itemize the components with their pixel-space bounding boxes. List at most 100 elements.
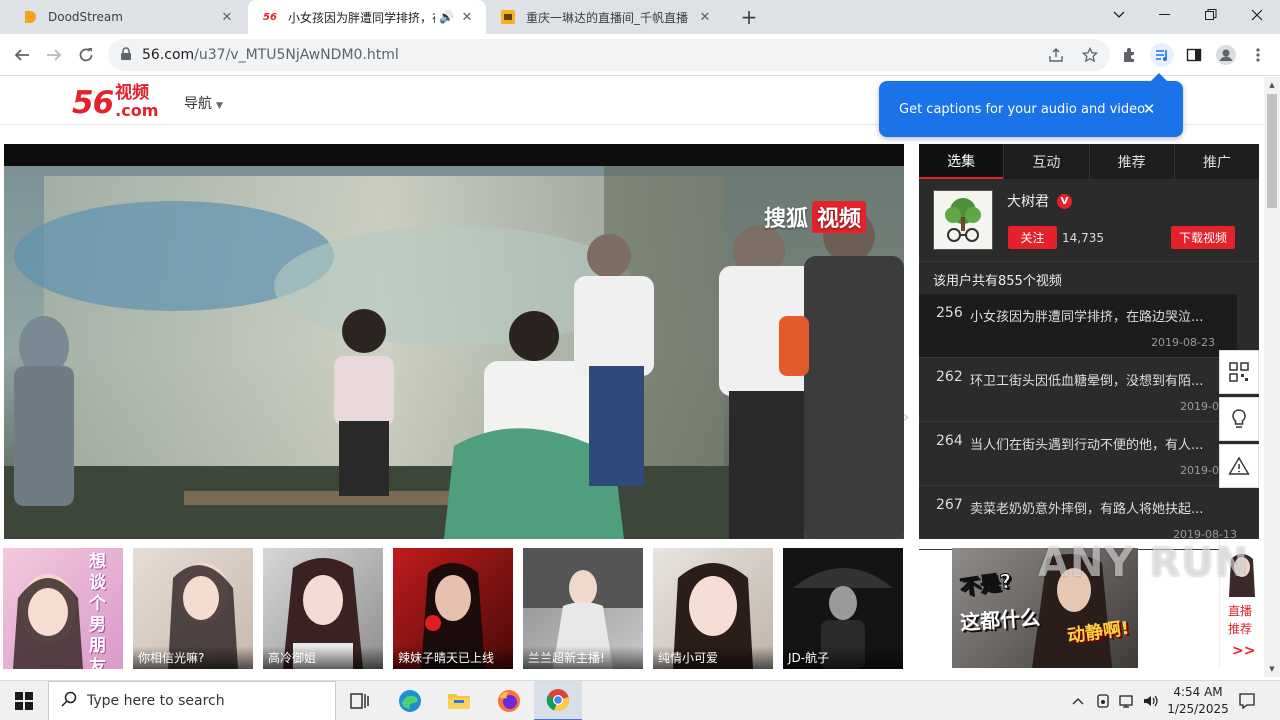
watermark-tag: 视频 <box>812 201 867 233</box>
profile-avatar-icon[interactable] <box>1214 43 1238 67</box>
follow-button[interactable]: 关注 <box>1008 226 1057 249</box>
tab-title: 小女孩因为胖遭同学排挤，在路边哭泣 <box>288 10 435 25</box>
share-icon[interactable] <box>1046 45 1066 65</box>
browser-tab-strip: DoodStream ✕ 56 小女孩因为胖遭同学排挤，在路边哭泣 🔊 ✕ 重庆… <box>0 0 1280 34</box>
warning-report-icon[interactable] <box>1219 444 1259 488</box>
video-count-text: 该用户共有855个视频 <box>933 274 1062 289</box>
tab-recommend[interactable]: 推荐 <box>1088 144 1174 179</box>
side-panel-icon[interactable] <box>1182 43 1206 67</box>
list-item[interactable]: 264 当人们在街头遇到行动不便的他，有人... 2019-08-1 <box>919 422 1259 486</box>
list-item[interactable]: 262 环卫工街头因低血糖晕倒，没想到有陌... 2019-08-2 <box>919 358 1259 422</box>
video-number: 262 <box>936 369 963 385</box>
page-scrollbar[interactable]: ▲ ▼ <box>1264 77 1280 677</box>
panel-toggle-arrow-icon[interactable]: › <box>903 407 909 426</box>
tree-glasses-icon <box>945 198 981 242</box>
web-page: 56 视频 .com 导航 ▼ 搜狐 视频 › 选集 互动 推荐 推广 大树君 … <box>0 77 1264 677</box>
restore-button[interactable] <box>1188 0 1234 30</box>
download-video-button[interactable]: 下载视频 <box>1171 226 1235 249</box>
chrome-taskbar-icon[interactable] <box>534 681 582 720</box>
close-tab-icon[interactable]: ✕ <box>218 8 236 26</box>
bookmark-star-icon[interactable] <box>1080 45 1100 65</box>
uploader-name[interactable]: 大树君 V <box>1007 191 1072 211</box>
file-explorer-icon[interactable] <box>435 681 483 720</box>
thumbnail-caption: 高冷御姐 <box>263 646 383 669</box>
doodstream-favicon-icon <box>22 9 38 25</box>
floating-tools <box>1219 350 1259 491</box>
thumbnail-card[interactable]: JD-航子 <box>783 548 903 669</box>
reload-button[interactable] <box>72 41 100 69</box>
thumbnail-card[interactable]: 高冷御姐 <box>263 548 383 669</box>
video-number: 267 <box>936 497 963 513</box>
video-title: 当人们在街头遇到行动不便的他，有人... <box>970 438 1204 453</box>
fans-count: 14,735 <box>1062 231 1104 245</box>
firefox-icon[interactable] <box>485 681 533 720</box>
video-title: 卖菜老奶奶意外摔倒，有路人将她扶起... <box>970 502 1204 517</box>
video-player[interactable]: 搜狐 视频 <box>4 144 904 539</box>
url-text[interactable]: 56.com/u37/v_MTU5NjAwNDM0.html <box>142 47 399 63</box>
network-icon[interactable] <box>1116 681 1138 720</box>
video-number: 264 <box>936 433 963 449</box>
thumbnail-card[interactable]: 兰兰超新主播! <box>523 548 643 669</box>
thumbnail-caption: JD-航子 <box>783 646 903 669</box>
tab-doodstream[interactable]: DoodStream ✕ <box>8 0 246 34</box>
speaker-icon[interactable]: 🔊 <box>439 10 454 24</box>
tray-overflow-chevron-icon[interactable] <box>1068 681 1088 720</box>
captions-popup-text: Get captions for your audio and video <box>899 101 1146 117</box>
sohu-video-watermark: 搜狐 视频 <box>764 201 867 233</box>
extensions-puzzle-icon[interactable] <box>1118 43 1142 67</box>
uploader-avatar[interactable] <box>933 190 993 250</box>
tab-interaction[interactable]: 互动 <box>1003 144 1088 179</box>
search-icon <box>61 691 77 711</box>
device-tray-icon[interactable] <box>1093 681 1113 720</box>
close-tab-icon[interactable]: ✕ <box>696 8 714 26</box>
address-bar[interactable]: 56.com/u37/v_MTU5NjAwNDM0.html <box>108 39 1110 71</box>
scroll-up-arrow-icon[interactable]: ▲ <box>1264 77 1280 93</box>
qr-code-icon[interactable] <box>1219 350 1259 394</box>
close-window-button[interactable] <box>1234 0 1280 30</box>
scroll-down-arrow-icon[interactable]: ▼ <box>1264 661 1280 677</box>
minimize-button[interactable] <box>1142 0 1188 30</box>
video-list: 256 小女孩因为胖遭同学排挤，在路边哭泣... 2019-08-23 262 … <box>919 294 1259 550</box>
system-clock[interactable]: 4:54 AM 1/25/2025 <box>1160 684 1236 718</box>
thumbnail-card[interactable]: 纯情小可爱 <box>653 548 773 669</box>
tab-56-video[interactable]: 56 小女孩因为胖遭同学排挤，在路边哭泣 🔊 ✕ <box>248 0 486 34</box>
notification-center-icon[interactable] <box>1236 681 1258 720</box>
edge-browser-icon[interactable] <box>386 681 434 720</box>
close-tab-icon[interactable]: ✕ <box>458 8 476 26</box>
tab-search-chevron-icon[interactable] <box>1096 0 1142 30</box>
close-popup-icon[interactable]: ✕ <box>1139 99 1159 119</box>
scrollbar-thumb[interactable] <box>1267 94 1277 208</box>
video-date: 2019-08-23 <box>1151 336 1215 349</box>
site-nav-dropdown[interactable]: 导航 ▼ <box>184 93 223 113</box>
chrome-menu-icon[interactable] <box>1246 43 1270 67</box>
video-number: 256 <box>936 305 963 321</box>
task-view-icon[interactable] <box>336 681 384 720</box>
video-frame[interactable]: 搜狐 视频 <box>4 166 904 539</box>
tab-promotion[interactable]: 推广 <box>1173 144 1259 179</box>
tab-qianfan-live[interactable]: 重庆一琳达的直播间_千帆直播 ✕ <box>486 0 724 34</box>
new-tab-button[interactable]: + <box>737 5 761 29</box>
live-recommend-label: 直播推荐 <box>1228 604 1253 636</box>
lock-icon[interactable] <box>120 47 134 63</box>
56-logo[interactable]: 56 视频 .com <box>72 84 158 119</box>
back-button[interactable] <box>8 41 36 69</box>
browser-toolbar: 56.com/u37/v_MTU5NjAwNDM0.html <box>0 34 1280 76</box>
forward-button[interactable] <box>40 41 68 69</box>
thumbnail-card[interactable]: 想谈个男朋友 <box>3 548 123 669</box>
promo-line-2: 这都什么 <box>959 605 1041 635</box>
start-button[interactable] <box>0 681 48 720</box>
thumbnail-card[interactable]: 你相信光嘛? <box>133 548 253 669</box>
list-item[interactable]: 256 小女孩因为胖遭同学排挤，在路边哭泣... 2019-08-23 <box>919 294 1237 358</box>
tab-episodes[interactable]: 选集 <box>919 144 1004 179</box>
volume-icon[interactable] <box>1140 681 1162 720</box>
double-chevron-icon[interactable]: >> <box>1232 643 1255 659</box>
thumbnail-card[interactable]: 辣妹子晴天已上线 <box>393 548 513 669</box>
live-captions-popup: Get captions for your audio and video ✕ <box>879 73 1183 137</box>
taskbar-search-box[interactable]: Type here to search <box>48 681 336 720</box>
video-title: 小女孩因为胖遭同学排挤，在路边哭泣... <box>970 310 1204 325</box>
media-controls-icon[interactable] <box>1150 43 1174 67</box>
search-placeholder: Type here to search <box>87 693 225 709</box>
panel-tabs: 选集 互动 推荐 推广 <box>919 144 1259 179</box>
lightbulb-icon[interactable] <box>1219 397 1259 441</box>
uploader-card: 大树君 V 关注 14,735 下载视频 <box>919 179 1259 262</box>
